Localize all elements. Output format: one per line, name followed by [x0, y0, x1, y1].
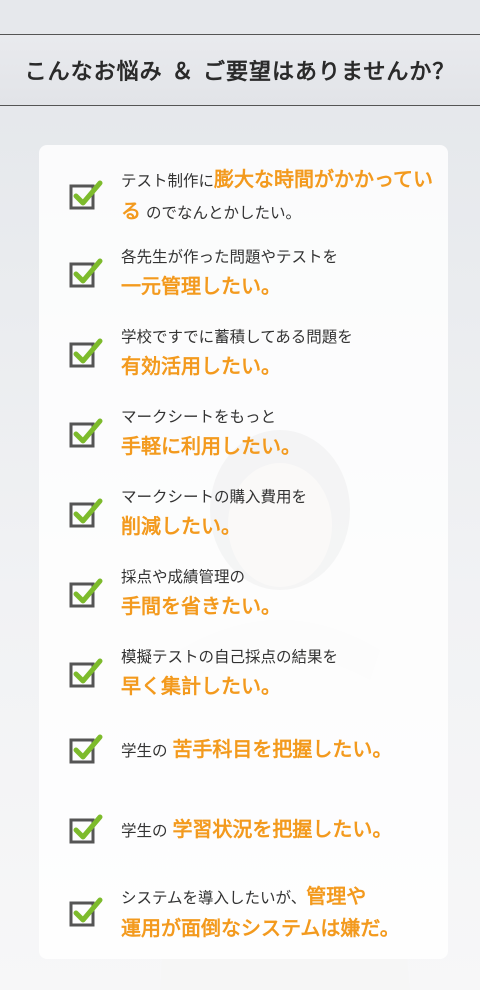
- list-item: 模擬テストの自己採点の結果を 早く集計したい。: [69, 645, 439, 702]
- list-item: テスト制作に膨大な時間がかかっている のでなんとかしたい。: [69, 163, 439, 227]
- checkbox-check-icon: [69, 578, 103, 608]
- list-item: 学校ですでに蓄積してある問題を 有効活用したい。: [69, 325, 439, 382]
- item-text: システムを導入したいが、管理や 運用が面倒なシステムは嫌だ。: [121, 884, 400, 940]
- item-text: 各先生が作った問題やテストを 一元管理したい。: [121, 248, 339, 298]
- list-item: マークシートをもっと 手軽に利用したい。: [69, 405, 439, 462]
- item-text: マークシートの購入費用を 削減したい。: [121, 488, 308, 538]
- checkbox-check-icon: [69, 658, 103, 688]
- list-item: 学生の 苦手科目を把握したい。: [69, 733, 439, 765]
- item-text: 採点や成績管理の 手間を省きたい。: [121, 568, 281, 618]
- item-text: 模擬テストの自己採点の結果を 早く集計したい。: [121, 648, 339, 698]
- checkbox-check-icon: [69, 338, 103, 368]
- list-item: 学生の 学習状況を把握したい。: [69, 813, 439, 845]
- item-text: 学校ですでに蓄積してある問題を 有効活用したい。: [121, 328, 353, 378]
- checkbox-check-icon: [69, 258, 103, 288]
- page-title: こんなお悩み ＆ ご要望はありませんか？: [24, 60, 456, 85]
- list-item: 各先生が作った問題やテストを 一元管理したい。: [69, 245, 439, 302]
- title-band: こんなお悩み ＆ ご要望はありませんか？: [0, 34, 480, 106]
- checkbox-check-icon: [69, 498, 103, 528]
- list-item: マークシートの購入費用を 削減したい。: [69, 485, 439, 542]
- item-text: マークシートをもっと 手軽に利用したい。: [121, 408, 301, 458]
- list-item: システムを導入したいが、管理や 運用が面倒なシステムは嫌だ。: [69, 880, 439, 944]
- concerns-card: テスト制作に膨大な時間がかかっている のでなんとかしたい。 各先生が作った問題や…: [39, 145, 448, 959]
- checkbox-check-icon: [69, 180, 103, 210]
- item-text: 学生の 苦手科目を把握したい。: [121, 737, 393, 761]
- item-text: テスト制作に膨大な時間がかかっている のでなんとかしたい。: [121, 167, 434, 223]
- checkbox-check-icon: [69, 734, 103, 764]
- checkbox-check-icon: [69, 814, 103, 844]
- item-text: 学生の 学習状況を把握したい。: [121, 817, 393, 841]
- checkbox-check-icon: [69, 418, 103, 448]
- list-item: 採点や成績管理の 手間を省きたい。: [69, 565, 439, 622]
- checkbox-check-icon: [69, 897, 103, 927]
- top-strip: [0, 0, 480, 34]
